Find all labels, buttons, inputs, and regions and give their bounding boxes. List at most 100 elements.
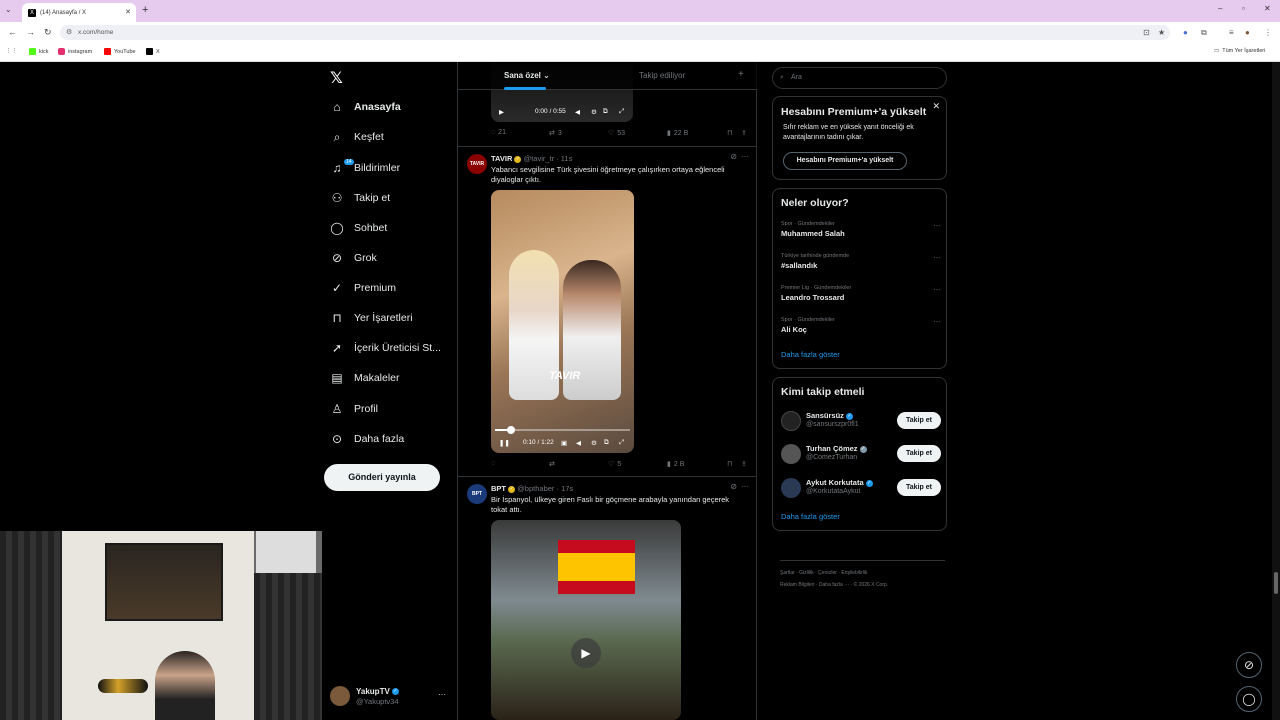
video-progress[interactable] — [495, 426, 630, 434]
more-icon[interactable]: ··· — [933, 253, 941, 262]
bookmark-x[interactable]: X — [146, 48, 160, 55]
bookmark-kick[interactable]: kick — [29, 48, 48, 55]
settings-icon[interactable]: ⚙ — [591, 108, 597, 116]
close-icon[interactable]: ✕ — [932, 101, 940, 112]
nav-articles[interactable]: ▤ Makaleler — [330, 367, 399, 389]
tab-search-icon[interactable]: ⌄ — [5, 5, 12, 14]
follow-button[interactable]: Takip et — [897, 412, 941, 429]
trend-item[interactable]: Premier Lig · Gündemdekiler Leandro Tross… — [781, 285, 941, 302]
tweet-time[interactable]: · 17s — [557, 484, 574, 493]
bookmark-instagram[interactable]: instagram — [58, 48, 92, 55]
tweet-time[interactable]: · 11s — [556, 154, 572, 163]
reply-button[interactable]: ◌ 21 — [491, 129, 506, 136]
nav-explore[interactable]: ⌕ Keşfet — [330, 126, 384, 148]
tweet-handle[interactable]: @tavir_tr — [524, 154, 555, 163]
scrollbar[interactable] — [1272, 62, 1280, 720]
like-button[interactable]: ♡ 5 — [608, 460, 621, 469]
tweet-video[interactable]: TAVIR ❚❚ 0:10 / 1:22 ▣ ◀ ⚙ ⧉ ⤢ — [491, 190, 634, 453]
messages-fab-icon[interactable]: ◯ — [1236, 686, 1262, 712]
add-tab-icon[interactable]: + — [738, 69, 744, 80]
pip-icon[interactable]: ⧉ — [603, 108, 608, 116]
nav-bookmarks[interactable]: ⊓ Yer İşaretleri — [330, 307, 412, 329]
follow-suggestion[interactable]: Aykut Korkutata ✓ @KorkutataAykut Takip … — [781, 476, 941, 500]
captions-icon[interactable]: ▣ — [561, 439, 567, 447]
forward-icon[interactable]: → — [26, 27, 35, 37]
views-button[interactable]: ▮ 2 B — [667, 460, 684, 469]
views-button[interactable]: ▮ 22 B — [667, 129, 688, 138]
grok-icon[interactable]: ⊘ — [730, 152, 737, 161]
play-icon[interactable]: ▶ — [571, 638, 601, 668]
site-info-icon[interactable]: ⚙ — [66, 25, 72, 40]
tweet-author[interactable]: BPT — [491, 484, 506, 493]
window-close-icon[interactable]: ✕ — [1264, 4, 1271, 13]
more-icon[interactable]: ··· — [933, 317, 941, 326]
tweet-video[interactable]: ▶ — [491, 520, 681, 720]
back-icon[interactable]: ← — [8, 27, 17, 37]
tweet[interactable]: TAVIR TAVIR ✓ @tavir_tr · 11s ⊘ ··· Yaba… — [458, 147, 757, 477]
pip-icon[interactable]: ⧉ — [604, 439, 609, 447]
new-tab-icon[interactable]: + — [142, 4, 148, 16]
footer-line[interactable]: Şartlar · Gizlilik · Çerezler · Erişileb… — [780, 567, 945, 579]
apps-icon[interactable]: ⋮⋮ — [6, 48, 17, 54]
pause-icon[interactable]: ❚❚ — [499, 439, 510, 447]
menu-icon[interactable]: ⋮ — [1264, 28, 1272, 37]
grok-icon[interactable]: ⊘ — [730, 482, 737, 491]
like-button[interactable]: ♡ 53 — [608, 129, 625, 138]
tweet-author[interactable]: TAVIR — [491, 154, 512, 163]
bookmark-button[interactable]: ⊓ — [727, 460, 732, 468]
retweet-button[interactable]: ⇄ — [549, 460, 558, 468]
puzzle-icon[interactable]: ⧉ — [1201, 28, 1207, 38]
search-input[interactable]: ⌕ Ara — [772, 67, 947, 89]
play-icon[interactable]: ▶ — [499, 108, 504, 116]
settings-icon[interactable]: ⚙ — [591, 439, 597, 447]
volume-icon[interactable]: ◀ — [575, 108, 580, 116]
maximize-icon[interactable]: ▫ — [1242, 4, 1245, 13]
url-input[interactable]: ⚙ x.com/home — [60, 25, 1170, 40]
bookmark-youtube[interactable]: YouTube — [104, 48, 136, 55]
browser-tab[interactable]: X (14) Anasayfa / X ✕ — [22, 3, 136, 22]
star-icon[interactable]: ★ — [1158, 28, 1165, 37]
fullscreen-icon[interactable]: ⤢ — [619, 108, 624, 116]
more-icon[interactable]: ··· — [741, 482, 749, 491]
scrollbar-thumb[interactable] — [1274, 572, 1278, 594]
follow-button[interactable]: Takip et — [897, 479, 941, 496]
reload-icon[interactable]: ↻ — [44, 27, 52, 38]
trend-item[interactable]: Türkiye tarihinde gündemde #sallandık ··· — [781, 253, 941, 270]
retweet-button[interactable]: ⇄ 3 — [549, 129, 562, 138]
grok-fab-icon[interactable]: ⊘ — [1236, 652, 1262, 678]
nav-chat[interactable]: ◯ Sohbet — [330, 217, 387, 239]
account-switcher[interactable]: YakupTV ✓ @Yakuptv34 ··· — [330, 684, 450, 708]
nav-profile[interactable]: ♙ Profil — [330, 398, 378, 420]
tab-close-icon[interactable]: ✕ — [125, 8, 131, 16]
more-icon[interactable]: ··· — [933, 285, 941, 294]
bookmark-button[interactable]: ⊓ — [727, 129, 732, 137]
follow-suggestion[interactable]: Sansürsüz ✓ @sansurszpr0fl1 Takip et — [781, 409, 941, 433]
minimize-icon[interactable]: – — [1218, 4, 1222, 13]
post-button[interactable]: Gönderi yayınla — [324, 464, 440, 491]
avatar[interactable]: TAVIR — [467, 154, 487, 174]
all-bookmarks[interactable]: ▭ Tüm Yer İşaretleri — [1214, 48, 1265, 54]
more-icon[interactable]: ··· — [933, 221, 941, 230]
follow-button[interactable]: Takip et — [897, 445, 941, 462]
fullscreen-icon[interactable]: ⤢ — [619, 439, 624, 447]
nav-home[interactable]: ⌂ Anasayfa — [330, 96, 400, 118]
install-icon[interactable]: ⊡ — [1143, 28, 1150, 37]
share-button[interactable]: ⇪ — [741, 129, 747, 137]
reply-button[interactable]: ◌ — [491, 460, 498, 467]
nav-premium[interactable]: ✓ Premium — [330, 277, 396, 299]
follow-suggestion[interactable]: Turhan Çömez ✓ @ComezTurhan Takip et — [781, 442, 941, 466]
extension-icon[interactable]: ● — [1183, 28, 1188, 37]
account-more-icon[interactable]: ··· — [438, 690, 446, 699]
nav-grok[interactable]: ⊘ Grok — [330, 247, 377, 269]
tweet[interactable]: BPT BPT ✓ @bpthaber · 17s ⊘ ··· Bir İspa… — [458, 477, 757, 720]
x-logo-icon[interactable]: 𝕏 — [330, 68, 343, 88]
trend-item[interactable]: Spor · Gündemdekiler Ali Koç ··· — [781, 317, 941, 334]
tab-for-you[interactable]: Sana özel ⌄ — [504, 71, 550, 80]
upgrade-premium-button[interactable]: Hesabını Premium+'a yükselt — [783, 152, 907, 170]
nav-follow[interactable]: ⚇ Takip et — [330, 187, 391, 209]
trend-item[interactable]: Spor · Gündemdekiler Muhammed Salah ··· — [781, 221, 941, 238]
profile-avatar-icon[interactable]: ● — [1245, 28, 1250, 37]
share-button[interactable]: ⇪ — [741, 460, 747, 468]
trends-show-more[interactable]: Daha fazla göster — [781, 350, 840, 359]
tweet-handle[interactable]: @bpthaber — [517, 484, 554, 493]
